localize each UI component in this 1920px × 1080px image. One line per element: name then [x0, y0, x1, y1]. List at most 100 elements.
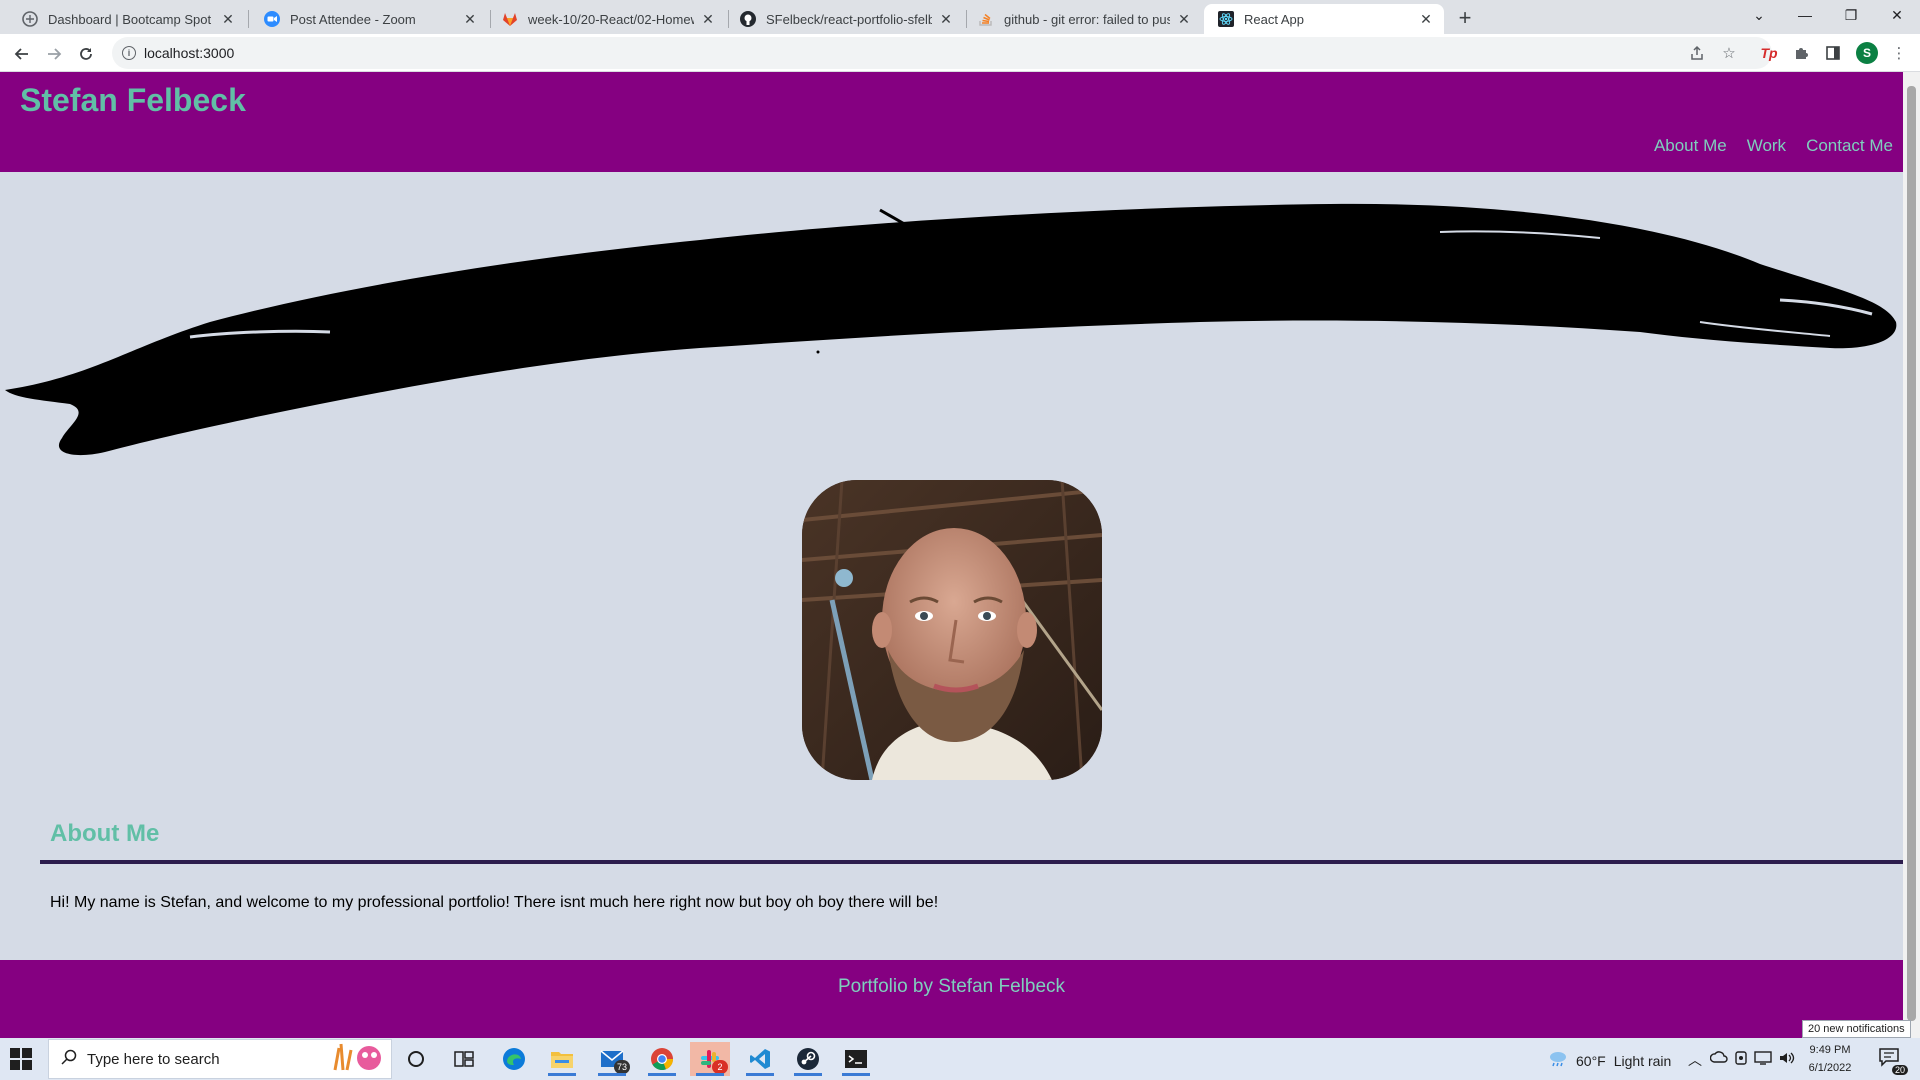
menu-kebab-icon[interactable]: ⋮	[1888, 42, 1910, 64]
site-header: Stefan Felbeck About Me Work Contact Me	[0, 72, 1903, 172]
page-viewport: Stefan Felbeck About Me Work Contact Me	[0, 72, 1903, 1038]
github-icon	[740, 11, 756, 27]
minimize-button[interactable]: —	[1782, 0, 1828, 30]
taskbar-edge[interactable]	[494, 1042, 534, 1076]
page-scrollbar[interactable]	[1903, 72, 1920, 1038]
taskbar-steam[interactable]	[788, 1042, 828, 1076]
site-name: Stefan Felbeck	[20, 82, 246, 118]
tab-title: SFelbeck/react-portfolio-sfelbeck	[766, 11, 932, 27]
active-indicator	[598, 1073, 626, 1076]
profile-photo	[802, 480, 1102, 780]
bootcamp-icon	[22, 11, 38, 27]
about-text: Hi! My name is Stefan, and welcome to my…	[50, 894, 939, 911]
profile-avatar[interactable]: S	[1856, 42, 1878, 64]
weather-temp: 60°F	[1576, 1052, 1606, 1069]
nav-link-work[interactable]: Work	[1747, 136, 1786, 156]
zoom-icon	[264, 11, 280, 27]
gitlab-icon	[502, 11, 518, 27]
taskbar-clock[interactable]: 9:49 PM 6/1/2022	[1800, 1041, 1860, 1077]
brush-stroke-banner	[5, 203, 1897, 456]
tab-stackoverflow[interactable]: github - git error: failed to push s ✕	[964, 4, 1202, 34]
close-icon[interactable]: ✕	[938, 11, 954, 27]
rain-cloud-icon	[1548, 1050, 1568, 1071]
notification-count-badge: 20	[1891, 1065, 1908, 1075]
tab-divider	[248, 10, 249, 28]
stackoverflow-icon	[978, 11, 994, 27]
slack-badge: 2	[712, 1060, 728, 1074]
search-icon	[61, 1049, 77, 1070]
side-panel-icon[interactable]	[1822, 42, 1844, 64]
tray-chevron-up-icon[interactable]: ︿	[1688, 1050, 1702, 1070]
new-tab-button[interactable]: +	[1453, 5, 1477, 30]
notification-tooltip: 20 new notifications	[1802, 1020, 1911, 1038]
extensions-puzzle-icon[interactable]	[1790, 42, 1812, 64]
react-icon	[1218, 11, 1234, 27]
address-bar[interactable]: i localhost:3000	[112, 37, 1772, 69]
close-icon[interactable]: ✕	[220, 11, 236, 27]
bookmark-star-icon[interactable]: ☆	[1718, 42, 1740, 64]
section-divider	[40, 860, 1903, 864]
windows-start-icon[interactable]	[10, 1048, 32, 1070]
tab-title: Dashboard | Bootcamp Spot	[48, 11, 212, 27]
mail-badge: 73	[613, 1060, 630, 1074]
taskbar-cortana[interactable]	[396, 1042, 436, 1076]
taskbar-task-view[interactable]	[444, 1042, 484, 1076]
taskbar-mail[interactable]: 73	[592, 1042, 632, 1076]
taskbar-terminal[interactable]	[836, 1042, 876, 1076]
close-window-button[interactable]: ✕	[1874, 0, 1920, 30]
active-indicator	[842, 1073, 870, 1076]
tab-title: Post Attendee - Zoom	[290, 11, 416, 27]
close-icon[interactable]: ✕	[700, 11, 716, 27]
share-icon[interactable]	[1686, 42, 1708, 64]
url-text: localhost:3000	[144, 45, 235, 61]
restore-button[interactable]: ❐	[1828, 0, 1874, 30]
section-title: About Me	[50, 820, 160, 847]
volume-icon[interactable]	[1778, 1050, 1796, 1069]
tab-zoom[interactable]: Post Attendee - Zoom ✕	[250, 4, 488, 34]
tab-search-icon[interactable]: ⌄	[1736, 0, 1782, 30]
site-footer: Portfolio by Stefan Felbeck	[0, 960, 1903, 1038]
tab-github[interactable]: SFelbeck/react-portfolio-sfelbeck ✕	[726, 4, 964, 34]
network-icon[interactable]	[1754, 1050, 1772, 1069]
nav-link-contact-me[interactable]: Contact Me	[1806, 136, 1893, 156]
browser-toolbar: i localhost:3000 ☆ Tp S ⋮	[0, 34, 1920, 72]
footer-text: Portfolio by Stefan Felbeck	[837, 976, 1066, 997]
nav-link-about-me[interactable]: About Me	[1654, 136, 1727, 156]
close-icon[interactable]: ✕	[1418, 11, 1434, 27]
taskbar-file-explorer[interactable]	[542, 1042, 582, 1076]
tab-gitlab[interactable]: week-10/20-React/02-Homework ✕	[488, 4, 726, 34]
site-nav: About Me Work Contact Me	[1654, 136, 1893, 156]
windows-taskbar: Type here to search 73 2 60°F Light rain…	[0, 1038, 1920, 1080]
close-icon[interactable]: ✕	[1176, 11, 1192, 27]
meet-now-icon[interactable]	[1734, 1050, 1748, 1069]
clock-date: 6/1/2022	[1808, 1062, 1852, 1074]
taskbar-slack[interactable]: 2	[690, 1042, 730, 1076]
taskbar-vscode[interactable]	[740, 1042, 780, 1076]
active-indicator	[548, 1073, 576, 1076]
search-highlight-icon	[327, 1040, 385, 1079]
site-info-icon[interactable]: i	[122, 46, 136, 60]
about-section: About Me Hi! My name is Stefan, and welc…	[40, 820, 1903, 912]
search-placeholder: Type here to search	[87, 1050, 220, 1068]
tab-react-app[interactable]: React App ✕	[1204, 4, 1444, 34]
extension-tp-icon[interactable]: Tp	[1758, 42, 1780, 64]
notification-center-button[interactable]: 20	[1878, 1047, 1908, 1075]
tab-bootcamp-spot[interactable]: Dashboard | Bootcamp Spot ✕	[8, 4, 246, 34]
close-icon[interactable]: ✕	[462, 11, 478, 27]
active-indicator	[746, 1073, 774, 1076]
active-indicator	[794, 1073, 822, 1076]
tab-title: week-10/20-React/02-Homework	[528, 11, 694, 27]
scrollbar-thumb[interactable]	[1907, 86, 1916, 1021]
weather-widget[interactable]: 60°F Light rain	[1548, 1050, 1671, 1071]
taskbar-search-box[interactable]: Type here to search	[48, 1039, 392, 1079]
onedrive-icon[interactable]	[1709, 1050, 1728, 1067]
taskbar-chrome[interactable]	[642, 1042, 682, 1076]
reload-button[interactable]	[72, 40, 100, 68]
tab-title: React App	[1244, 11, 1304, 27]
active-indicator	[696, 1073, 724, 1076]
clock-time: 9:49 PM	[1809, 1044, 1851, 1056]
back-button[interactable]	[8, 40, 36, 68]
forward-button[interactable]	[40, 40, 68, 68]
active-indicator	[648, 1073, 676, 1076]
browser-tab-strip: Dashboard | Bootcamp Spot ✕ Post Attende…	[0, 0, 1920, 34]
